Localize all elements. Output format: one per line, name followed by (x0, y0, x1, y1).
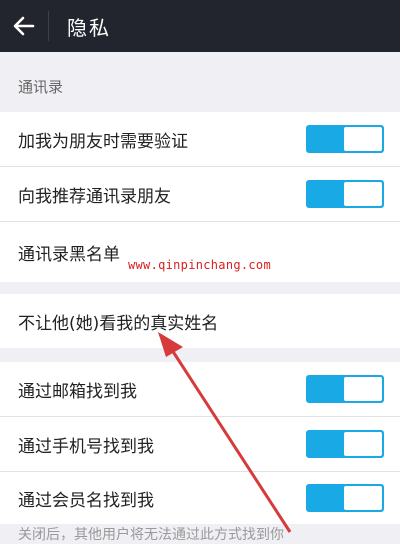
toggle-add-verification[interactable] (306, 125, 384, 153)
setting-label: 通讯录黑名单 (18, 244, 120, 265)
setting-label: 通过手机号找到我 (18, 436, 154, 457)
setting-row-find-by-phone[interactable]: 通过手机号找到我 (0, 417, 400, 471)
section-gap (0, 348, 400, 362)
toggle-find-by-email[interactable] (306, 375, 384, 403)
page-title: 隐私 (67, 15, 111, 40)
setting-row-add-verification[interactable]: 加我为朋友时需要验证 (0, 112, 400, 166)
setting-row-contacts-blacklist[interactable]: 通讯录黑名单 (0, 222, 400, 282)
header-divider (48, 11, 49, 41)
setting-label: 不让他(她)看我的真实姓名 (18, 313, 219, 334)
arrow-left-icon (13, 16, 35, 36)
toggle-knob (344, 182, 382, 206)
setting-label: 向我推荐通讯录朋友 (18, 186, 171, 207)
toggle-find-by-member-name[interactable] (306, 484, 384, 512)
toggle-recommend-contacts[interactable] (306, 180, 384, 208)
setting-label: 加我为朋友时需要验证 (18, 131, 188, 152)
back-button[interactable] (0, 0, 48, 52)
setting-row-hide-real-name[interactable]: 不让他(她)看我的真实姓名 (0, 294, 400, 348)
top-nav-bar: 隐私 (0, 0, 400, 52)
toggle-knob (344, 432, 382, 456)
toggle-knob (344, 486, 382, 510)
setting-label: 通过会员名找到我 (18, 490, 154, 511)
toggle-knob (344, 127, 382, 151)
setting-row-find-by-member-name[interactable]: 通过会员名找到我 (0, 472, 400, 524)
section-label-contacts: 通讯录 (0, 62, 400, 112)
watermark-text: www.qinpinchang.com (128, 258, 271, 272)
setting-label: 通过邮箱找到我 (18, 381, 137, 402)
section-gap (0, 282, 400, 294)
toggle-find-by-phone[interactable] (306, 430, 384, 458)
toggle-knob (344, 377, 382, 401)
footer-hint-text: 关闭后，其他用户将无法通过此方式找到你 (18, 527, 284, 543)
setting-row-find-by-email[interactable]: 通过邮箱找到我 (0, 362, 400, 416)
setting-row-recommend-contacts[interactable]: 向我推荐通讯录朋友 (0, 167, 400, 221)
